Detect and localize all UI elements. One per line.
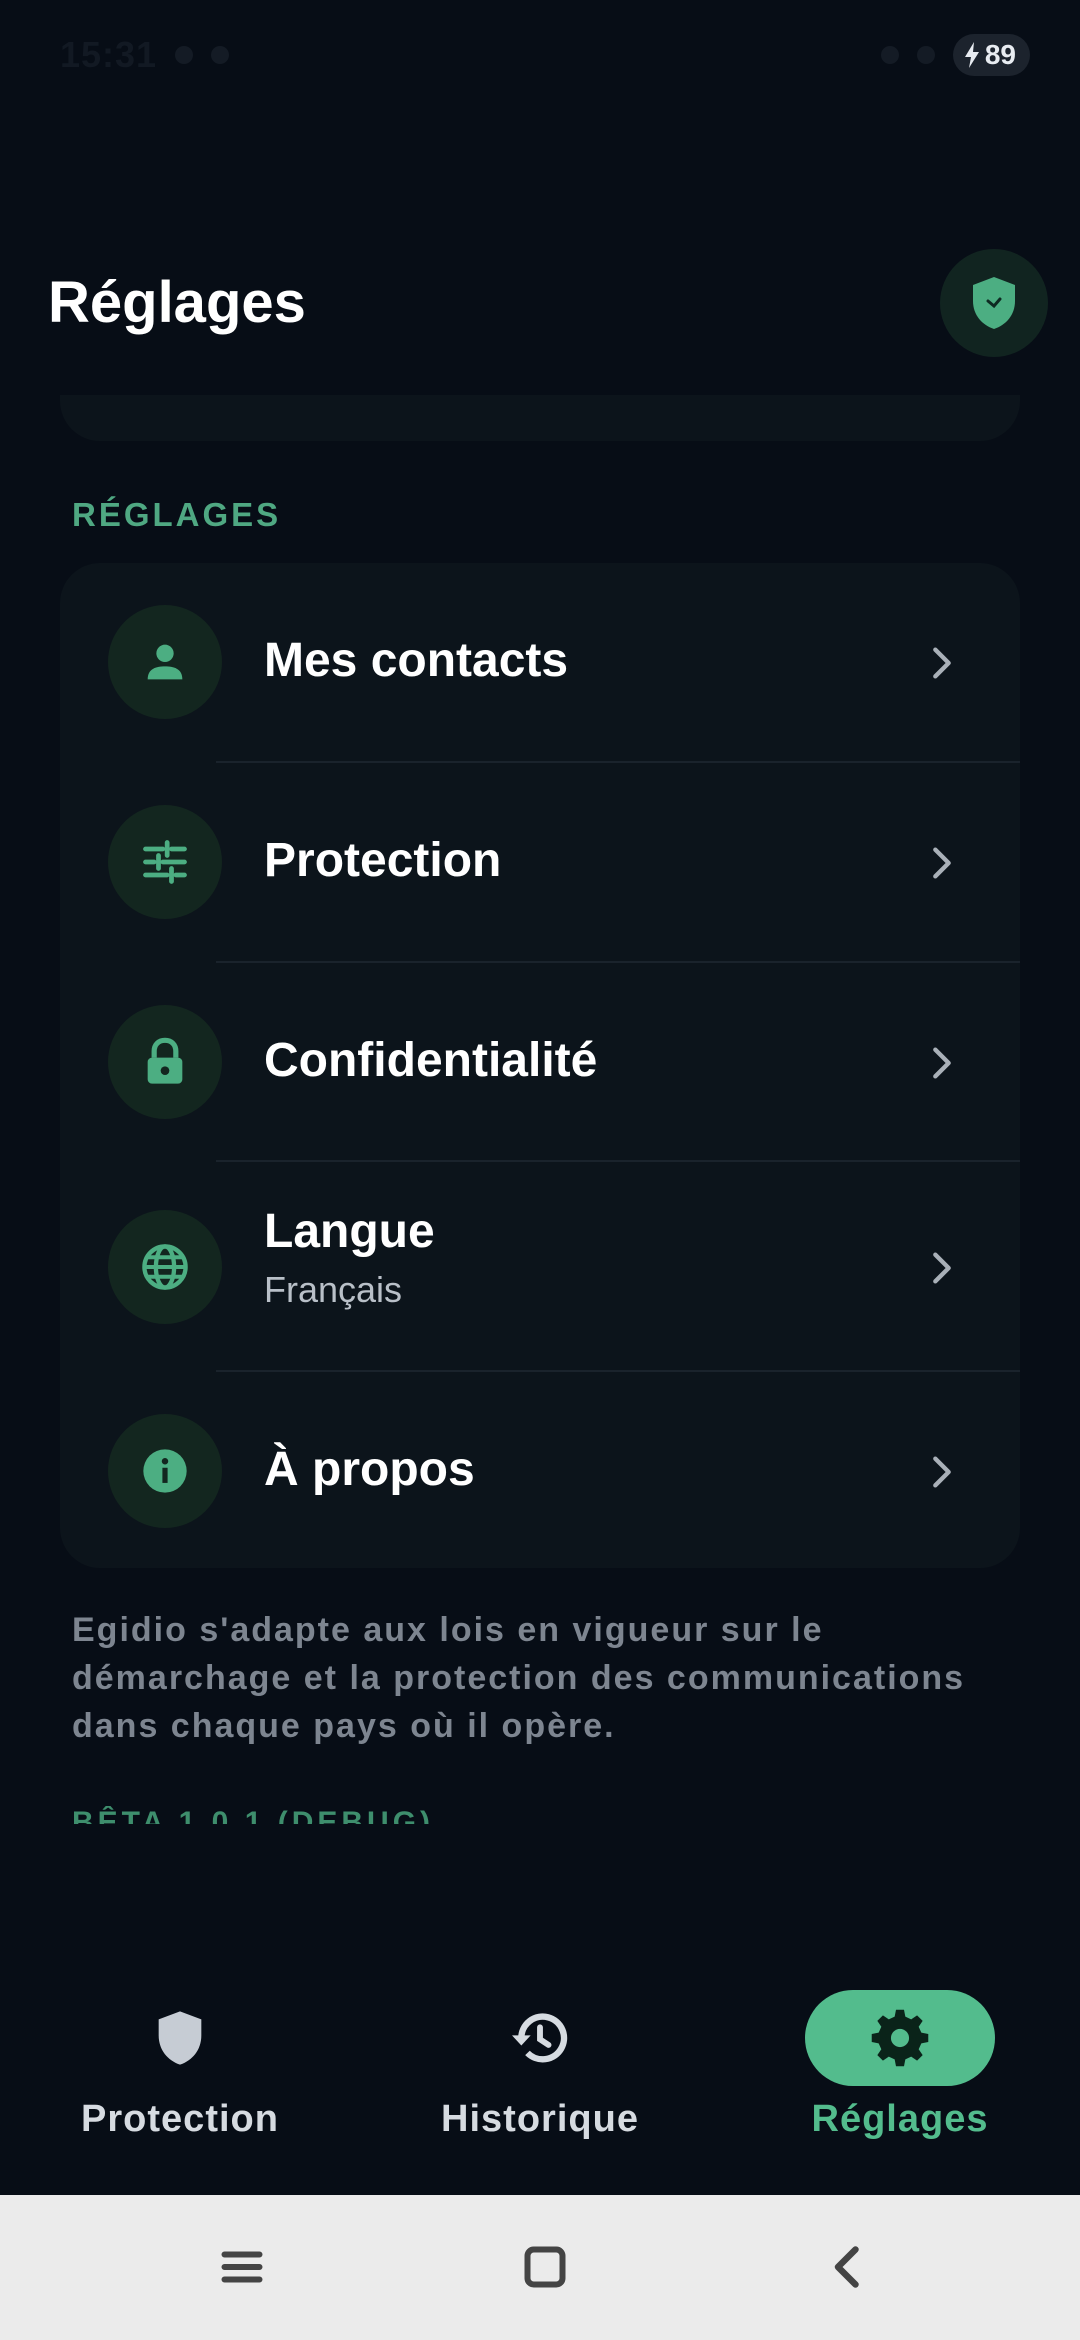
nav-item-history[interactable]: Historique [360, 1960, 720, 2195]
battery-indicator: 89 [952, 34, 1030, 76]
status-right: 89 [880, 34, 1030, 76]
status-bar: 15:31 89 [0, 0, 1080, 110]
gear-icon [871, 2009, 929, 2067]
bottom-navigation: Protection Historique Réglages [0, 1960, 1080, 2195]
previous-card-edge [60, 395, 1020, 441]
chevron-right-icon [933, 1047, 951, 1079]
shield-icon [158, 2011, 202, 2065]
row-text: Confidentialité [264, 1033, 597, 1088]
row-text: À propos [264, 1442, 475, 1497]
nav-item-protection[interactable]: Protection [0, 1960, 360, 2195]
nav-icon-wrap-active [805, 1990, 995, 2086]
chevron-right-icon [933, 847, 951, 879]
nav-label: Historique [441, 2098, 639, 2140]
settings-row-protection[interactable]: Protection [60, 763, 1020, 961]
settings-row-contacts[interactable]: Mes contacts [60, 563, 1020, 762]
row-title: À propos [264, 1443, 475, 1496]
person-icon [108, 605, 222, 719]
row-title: Confidentialité [264, 1034, 598, 1087]
header: Réglages [0, 240, 1080, 365]
row-text: Mes contacts [264, 633, 568, 688]
status-time: 15:31 [60, 34, 158, 75]
row-subtitle: Français [264, 1269, 403, 1310]
battery-level: 89 [984, 39, 1016, 70]
recent-apps-button[interactable] [212, 2237, 272, 2297]
menu-icon [221, 2251, 263, 2283]
screenshot-icon [211, 46, 230, 64]
globe-icon [108, 1210, 222, 1324]
row-text: Protection [264, 833, 501, 888]
nav-icon-wrap [85, 1990, 275, 2086]
location-icon [175, 46, 194, 64]
nav-item-settings[interactable]: Réglages [720, 1960, 1080, 2195]
nav-icon-wrap [445, 1990, 635, 2086]
section-label: RÉGLAGES [72, 496, 282, 533]
system-navigation-bar [0, 2195, 1080, 2340]
home-button[interactable] [515, 2237, 575, 2297]
nav-label: Protection [81, 2098, 279, 2140]
headphones-icon [880, 46, 899, 64]
row-title: Mes contacts [264, 634, 569, 687]
shield-status-badge[interactable] [940, 248, 1048, 357]
version-label: BÊTA 1.0.1 (DEBUG) [72, 1806, 435, 1824]
chevron-left-icon [834, 2246, 859, 2288]
history-icon [512, 2013, 568, 2063]
status-left: 15:31 [60, 34, 230, 76]
settings-card: Mes contacts Protection Confidentialité … [60, 563, 1020, 1568]
row-text: Langue Français [264, 1204, 435, 1311]
settings-row-language[interactable]: Langue Français [60, 1162, 1020, 1372]
chevron-right-icon [933, 647, 951, 679]
square-icon [524, 2246, 566, 2288]
info-icon [108, 1414, 222, 1528]
lock-icon [108, 1005, 222, 1119]
charging-bolt-icon [964, 42, 979, 68]
row-title: Protection [264, 834, 502, 887]
back-button[interactable] [818, 2237, 878, 2297]
nav-label-active: Réglages [811, 2098, 989, 2140]
shield-check-icon [973, 276, 1015, 329]
legal-note: Egidio s'adapte aux lois en vigueur sur … [72, 1611, 966, 1745]
chevron-right-icon [933, 1252, 951, 1284]
chevron-right-icon [933, 1456, 951, 1488]
signal-icon [916, 46, 935, 64]
page-title: Réglages [48, 270, 306, 335]
app-screen: 15:31 89 Réglages RÉGLAGES Mes contacts … [0, 0, 1080, 2340]
row-title: Langue [264, 1205, 435, 1258]
version-label-clip: BÊTA 1.0.1 (DEBUG) [72, 1806, 672, 1824]
settings-row-about[interactable]: À propos [60, 1372, 1020, 1568]
settings-row-privacy[interactable]: Confidentialité [60, 963, 1020, 1161]
sliders-icon [108, 805, 222, 919]
